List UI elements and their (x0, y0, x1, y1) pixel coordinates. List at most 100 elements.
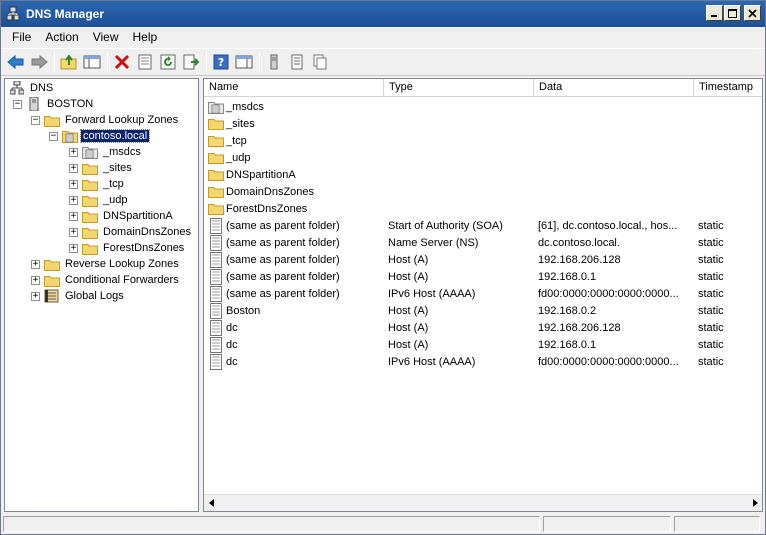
list-row[interactable]: (same as parent folder) Host (A) 192.168.2… (204, 251, 762, 268)
column-header-timestamp[interactable]: Timestamp (694, 79, 762, 97)
record-type: Start of Authority (SOA) (388, 219, 503, 232)
tree-node-udp[interactable]: + _udp (69, 192, 129, 208)
export-list-button[interactable] (180, 51, 202, 73)
tree-node-server[interactable]: − BOSTON (13, 96, 95, 112)
list-row[interactable]: ForestDnsZones (204, 200, 762, 217)
scroll-right-button[interactable] (748, 495, 762, 511)
tree-node-tcp[interactable]: + _tcp (69, 176, 126, 192)
record-name: (same as parent folder) (226, 270, 340, 283)
record-name: ForestDnsZones (226, 202, 308, 215)
tree-label-forestdnszones: ForestDnsZones (103, 242, 185, 254)
folder-icon (44, 256, 60, 272)
up-one-level-button[interactable] (58, 51, 80, 73)
help-button[interactable]: ? (210, 51, 232, 73)
column-header-type[interactable]: Type (384, 79, 534, 97)
list-row[interactable]: DNSpartitionA (204, 166, 762, 183)
tree-node-global-logs[interactable]: + Global Logs (31, 288, 126, 304)
tree-node-zone[interactable]: − contoso.local (49, 128, 151, 144)
status-panel-3 (674, 516, 760, 532)
folder-icon (82, 192, 98, 208)
collapse-toggle[interactable]: − (49, 131, 58, 141)
menu-bar: File Action View Help (1, 27, 765, 47)
tree-label-forward-lookup-zones: Forward Lookup Zones (65, 114, 179, 126)
horizontal-scrollbar[interactable] (204, 494, 762, 511)
list-row[interactable]: _tcp (204, 132, 762, 149)
forward-arrow-icon (31, 54, 48, 70)
folder-icon (44, 112, 60, 128)
column-header-name[interactable]: Name (204, 79, 384, 97)
collapse-toggle[interactable]: − (31, 115, 40, 125)
maximize-button[interactable] (724, 5, 741, 21)
server-icon (270, 54, 278, 70)
tree-node-forward-lookup-zones[interactable]: − Forward Lookup Zones (31, 112, 180, 128)
minimize-button[interactable] (706, 5, 723, 21)
close-icon (748, 8, 757, 18)
properties-button[interactable] (134, 51, 156, 73)
expand-toggle[interactable]: + (31, 291, 40, 301)
list-row[interactable]: DomainDnsZones (204, 183, 762, 200)
expand-toggle[interactable]: + (31, 259, 40, 269)
svg-text:?: ? (218, 56, 224, 69)
record-icon (208, 285, 224, 302)
tree-node-forestdnszones[interactable]: + ForestDnsZones (69, 240, 186, 256)
tree-label-zone: contoso.local (79, 129, 151, 143)
list-row[interactable]: dc Host (A) 192.168.206.128 static (204, 319, 762, 336)
expand-toggle[interactable]: + (69, 163, 78, 173)
forward-button[interactable] (28, 51, 50, 73)
scroll-left-button[interactable] (204, 495, 220, 511)
console-tree: DNS − BOSTON − Forward Lookup Zones − co… (4, 78, 199, 512)
folder-icon (44, 272, 60, 288)
refresh-button[interactable] (157, 51, 179, 73)
tree-node-domaindnszones[interactable]: + DomainDnsZones (69, 224, 193, 240)
cell-name: (same as parent folder) (204, 217, 384, 234)
expand-toggle[interactable]: + (69, 147, 78, 157)
cell-name: _udp (204, 150, 384, 166)
expand-toggle[interactable]: + (69, 195, 78, 205)
list-row[interactable]: _sites (204, 115, 762, 132)
list-row[interactable]: (same as parent folder) Start of Authorit… (204, 217, 762, 234)
export-list-icon (183, 54, 199, 70)
record-data: 192.168.0.1 (538, 338, 597, 351)
menu-view[interactable]: View (86, 30, 126, 44)
list-row[interactable]: (same as parent folder) IPv6 Host (AAAA) f… (204, 285, 762, 302)
expand-toggle[interactable]: + (69, 211, 78, 221)
close-button[interactable] (744, 5, 761, 21)
collapse-toggle[interactable]: − (13, 99, 22, 109)
show-hide-console-tree-button[interactable] (81, 51, 103, 73)
column-header-data[interactable]: Data (534, 79, 694, 97)
tree-node-sites[interactable]: + _sites (69, 160, 134, 176)
record-timestamp: static (698, 236, 724, 249)
list-row[interactable]: (same as parent folder) Host (A) 192.168.0… (204, 268, 762, 285)
menu-action[interactable]: Action (38, 30, 85, 44)
menu-help[interactable]: Help (126, 30, 165, 44)
show-hide-action-pane-button[interactable] (233, 51, 255, 73)
list-row[interactable]: dc Host (A) 192.168.0.1 static (204, 336, 762, 353)
record-name: dc (226, 355, 238, 368)
cell-name: dc (204, 319, 384, 336)
expand-toggle[interactable]: + (69, 179, 78, 189)
copy-button[interactable] (309, 51, 331, 73)
tree-node-conditional-forwarders[interactable]: + Conditional Forwarders (31, 272, 181, 288)
toolbar-separator (54, 52, 55, 72)
list-row[interactable]: _udp (204, 149, 762, 166)
tree-node-msdcs[interactable]: + _msdcs (69, 144, 143, 160)
list-view-button[interactable] (286, 51, 308, 73)
expand-toggle[interactable]: + (69, 243, 78, 253)
menu-file[interactable]: File (5, 30, 38, 44)
expand-toggle[interactable]: + (69, 227, 78, 237)
title-bar[interactable]: DNS Manager (1, 1, 765, 27)
server-button[interactable] (263, 51, 285, 73)
back-button[interactable] (5, 51, 27, 73)
scroll-track[interactable] (221, 496, 747, 511)
tree-node-dnspartitiona[interactable]: + DNSpartitionA (69, 208, 175, 224)
list-row[interactable]: (same as parent folder) Name Server (NS) d… (204, 234, 762, 251)
delete-button[interactable] (111, 51, 133, 73)
list-row[interactable]: Boston Host (A) 192.168.0.2 static (204, 302, 762, 319)
list-row[interactable]: dc IPv6 Host (AAAA) fd00:0000:0000:0000:00… (204, 353, 762, 370)
record-type: IPv6 Host (AAAA) (388, 287, 476, 300)
tree-node-dns[interactable]: DNS (9, 80, 55, 96)
tree-node-reverse-lookup-zones[interactable]: + Reverse Lookup Zones (31, 256, 181, 272)
expand-toggle[interactable]: + (31, 275, 40, 285)
list-row[interactable]: _msdcs (204, 98, 762, 115)
refresh-icon (160, 54, 176, 70)
